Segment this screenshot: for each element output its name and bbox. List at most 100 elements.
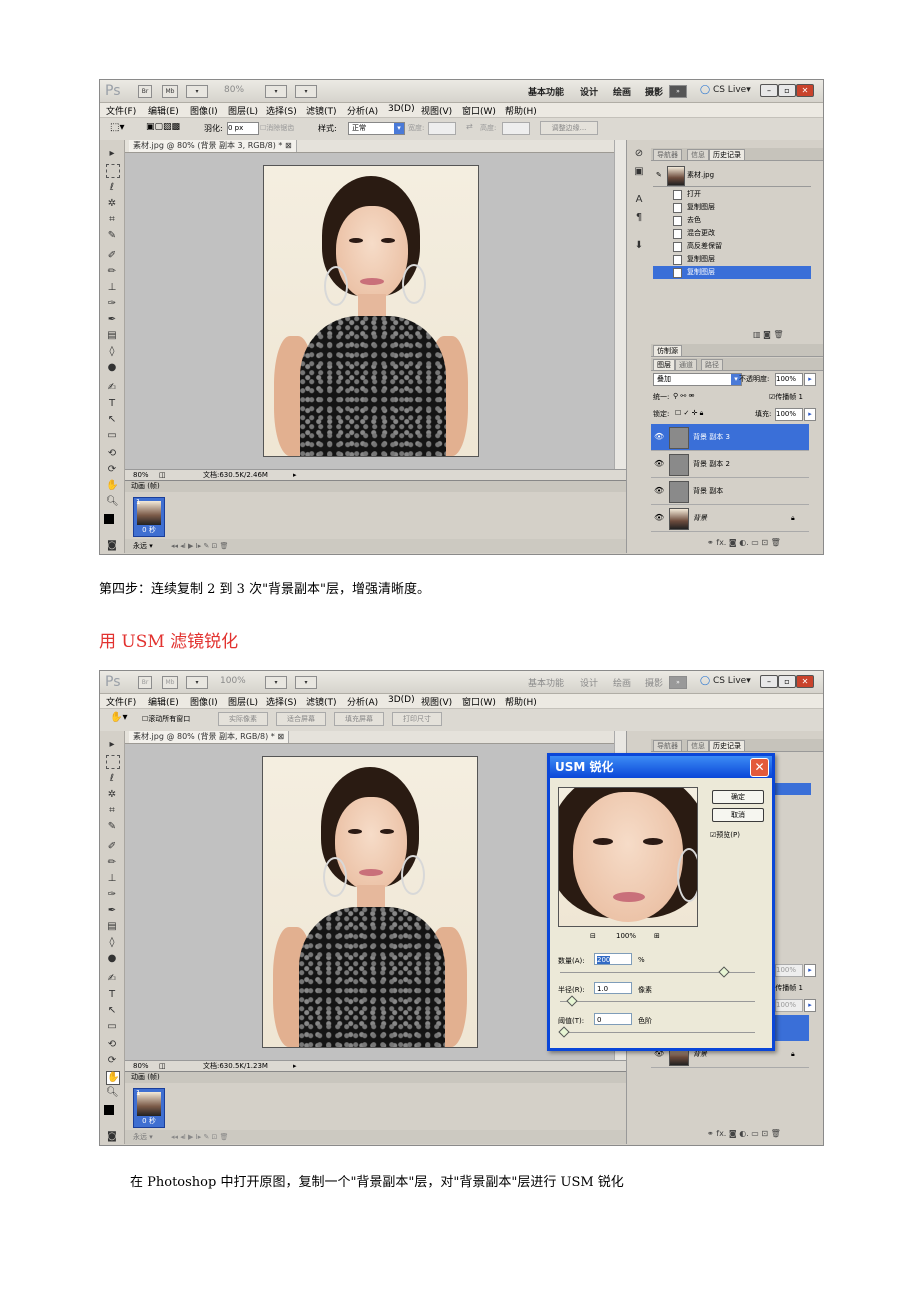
blend-mode-select[interactable]: 叠加 ▾ [653, 373, 742, 386]
zoom-tool-icon[interactable]: 🔍︎ [106, 1087, 119, 1099]
hand-tool-icon[interactable]: ✋ [106, 480, 118, 492]
history-item[interactable]: 去色 [653, 214, 811, 227]
path-select-tool-icon[interactable]: ↖ [106, 1005, 118, 1017]
fill-arrow-icon[interactable]: ▸ [804, 408, 816, 421]
path-select-tool-icon[interactable]: ↖ [106, 414, 118, 426]
tab-clone-source[interactable]: 仿制源 [653, 345, 682, 357]
tab-layers[interactable]: 图层 [653, 359, 675, 371]
document-tab[interactable]: 素材.jpg @ 80% (背景 副本, RGB/8) * ⊠ [125, 731, 626, 744]
close-button[interactable]: ✕ [796, 675, 814, 688]
document-tab[interactable]: 素材.jpg @ 80% (背景 副本 3, RGB/8) * ⊠ [125, 140, 626, 153]
brush-tool-icon[interactable]: ✏ [106, 857, 118, 869]
threshold-slider-knob[interactable] [558, 1026, 570, 1038]
3d-rotate-tool-icon[interactable]: ⟲ [106, 448, 118, 460]
workspace-essentials[interactable]: 基本功能 [528, 85, 564, 98]
3d-orbit-tool-icon[interactable]: ⟳ [106, 464, 118, 476]
scroll-all-windows-checkbox[interactable]: ☐滚动所有窗口 [142, 714, 190, 724]
fill-arrow-icon[interactable]: ▸ [804, 999, 816, 1012]
quick-mask-icon[interactable]: ◙ [106, 540, 118, 552]
menu-3d[interactable]: 3D(D) [388, 104, 415, 114]
fill-screen-button[interactable]: 填充屏幕 [334, 712, 384, 726]
menu-file[interactable]: 文件(F) [106, 104, 136, 117]
fill-input[interactable]: 100% [775, 999, 803, 1012]
swap-icon[interactable]: ⇄ [466, 122, 473, 131]
opacity-arrow-icon[interactable]: ▸ [804, 964, 816, 977]
menu-image[interactable]: 图像(I) [190, 695, 218, 708]
marquee-tool-icon[interactable] [106, 755, 120, 769]
more-workspaces-button[interactable]: » [669, 85, 687, 98]
layers-panel-buttons[interactable]: ⚭ fx. ◙ ◐. ▭ ⊡ 🗑 [707, 1129, 781, 1138]
history-item[interactable]: 高反差保留 [653, 240, 811, 253]
menu-3d[interactable]: 3D(D) [388, 695, 415, 705]
workspace-photography[interactable]: 摄影 [645, 85, 663, 98]
cs-live-menu[interactable]: ◯ CS Live▾ [700, 676, 751, 686]
quick-select-tool-icon[interactable]: ✲ [106, 198, 118, 210]
menu-help[interactable]: 帮助(H) [505, 104, 537, 117]
arrange-documents-button[interactable]: ▾ [265, 676, 287, 689]
clone-stamp-tool-icon[interactable]: ⊥ [106, 282, 118, 294]
menu-analysis[interactable]: 分析(A) [347, 104, 378, 117]
restore-button[interactable]: ▫ [778, 84, 796, 97]
minimize-button[interactable]: – [760, 675, 778, 688]
cs-live-menu[interactable]: ◯ CS Live▾ [700, 85, 751, 95]
workspace-painting[interactable]: 绘画 [613, 85, 631, 98]
brush-preset-icon[interactable]: ⊘ [633, 148, 645, 160]
cancel-button[interactable]: 取消 [712, 808, 764, 822]
radius-input[interactable]: 1.0 [594, 982, 632, 994]
menu-filter[interactable]: 滤镜(T) [306, 104, 337, 117]
marquee-tool-icon[interactable]: ⬚▾ [110, 122, 124, 133]
layer-row[interactable]: 👁︎ 背景 副本 3 [651, 424, 809, 451]
tab-navigator[interactable]: 导航器 [653, 149, 682, 161]
menu-select[interactable]: 选择(S) [266, 104, 297, 117]
workspace-design[interactable]: 设计 [580, 676, 598, 689]
move-tool-icon[interactable]: ▸ [106, 148, 118, 160]
healing-brush-tool-icon[interactable]: ✐ [106, 841, 118, 853]
foreground-color-swatch[interactable] [104, 514, 114, 524]
3d-rotate-tool-icon[interactable]: ⟲ [106, 1039, 118, 1051]
opacity-input[interactable]: 100% [775, 964, 803, 977]
workspace-design[interactable]: 设计 [580, 85, 598, 98]
tab-channels[interactable]: 通道 [675, 359, 697, 371]
frame-delay[interactable]: 0 秒 [134, 1116, 164, 1126]
antialias-checkbox[interactable]: ☐消除锯齿 [260, 123, 294, 133]
animation-frame[interactable]: 1 0 秒 [133, 497, 165, 537]
animation-panel-header[interactable]: 动画 (帧) [125, 1072, 626, 1083]
type-tool-icon[interactable]: T [106, 398, 118, 410]
dodge-tool-icon[interactable]: ● [106, 362, 118, 374]
amount-slider-knob[interactable] [718, 966, 730, 978]
pen-tool-icon[interactable]: ✍ [106, 973, 118, 985]
type-tool-icon[interactable]: T [106, 989, 118, 1001]
zoom-level[interactable]: 80% [224, 85, 244, 95]
menu-layer[interactable]: 图层(L) [228, 104, 258, 117]
layer-row[interactable]: 👁︎ 背景 副本 [651, 478, 809, 505]
view-extras-button[interactable]: ▾ [186, 676, 208, 689]
menu-edit[interactable]: 编辑(E) [148, 695, 179, 708]
menu-image[interactable]: 图像(I) [190, 104, 218, 117]
animation-panel-header[interactable]: 动画 (帧) [125, 481, 626, 492]
frame-delay[interactable]: 0 秒 [134, 525, 164, 535]
history-item[interactable]: 复制图层 [653, 253, 811, 266]
history-item[interactable]: 复制图层 [653, 201, 811, 214]
healing-brush-tool-icon[interactable]: ✐ [106, 250, 118, 262]
view-extras-button[interactable]: ▾ [186, 85, 208, 98]
menu-window[interactable]: 窗口(W) [462, 695, 496, 708]
more-workspaces-button[interactable]: » [669, 676, 687, 689]
menu-analysis[interactable]: 分析(A) [347, 695, 378, 708]
ok-button[interactable]: 确定 [712, 790, 764, 804]
playback-controls-icon[interactable]: ◂◂ ◂I ▶ I▸ ✎ ⊡ 🗑 [171, 539, 229, 553]
hand-tool-icon-active[interactable]: ✋ [106, 1071, 120, 1085]
pen-tool-icon[interactable]: ✍ [106, 382, 118, 394]
loop-select[interactable]: 永远 ▾ [133, 539, 153, 553]
gradient-tool-icon[interactable]: ▤ [106, 921, 118, 933]
quick-select-tool-icon[interactable]: ✲ [106, 789, 118, 801]
foreground-color-swatch[interactable] [104, 1105, 114, 1115]
zoom-level[interactable]: 100% [220, 676, 246, 686]
amount-input[interactable]: 200 [594, 953, 632, 965]
width-input[interactable] [428, 122, 456, 135]
close-button[interactable]: ✕ [796, 84, 814, 97]
selection-mode-icons[interactable]: ▣▢▨▩ [146, 122, 180, 132]
dodge-tool-icon[interactable]: ● [106, 953, 118, 965]
print-size-button[interactable]: 打印尺寸 [392, 712, 442, 726]
minimize-button[interactable]: – [760, 84, 778, 97]
lasso-tool-icon[interactable]: ℓ [106, 182, 118, 194]
